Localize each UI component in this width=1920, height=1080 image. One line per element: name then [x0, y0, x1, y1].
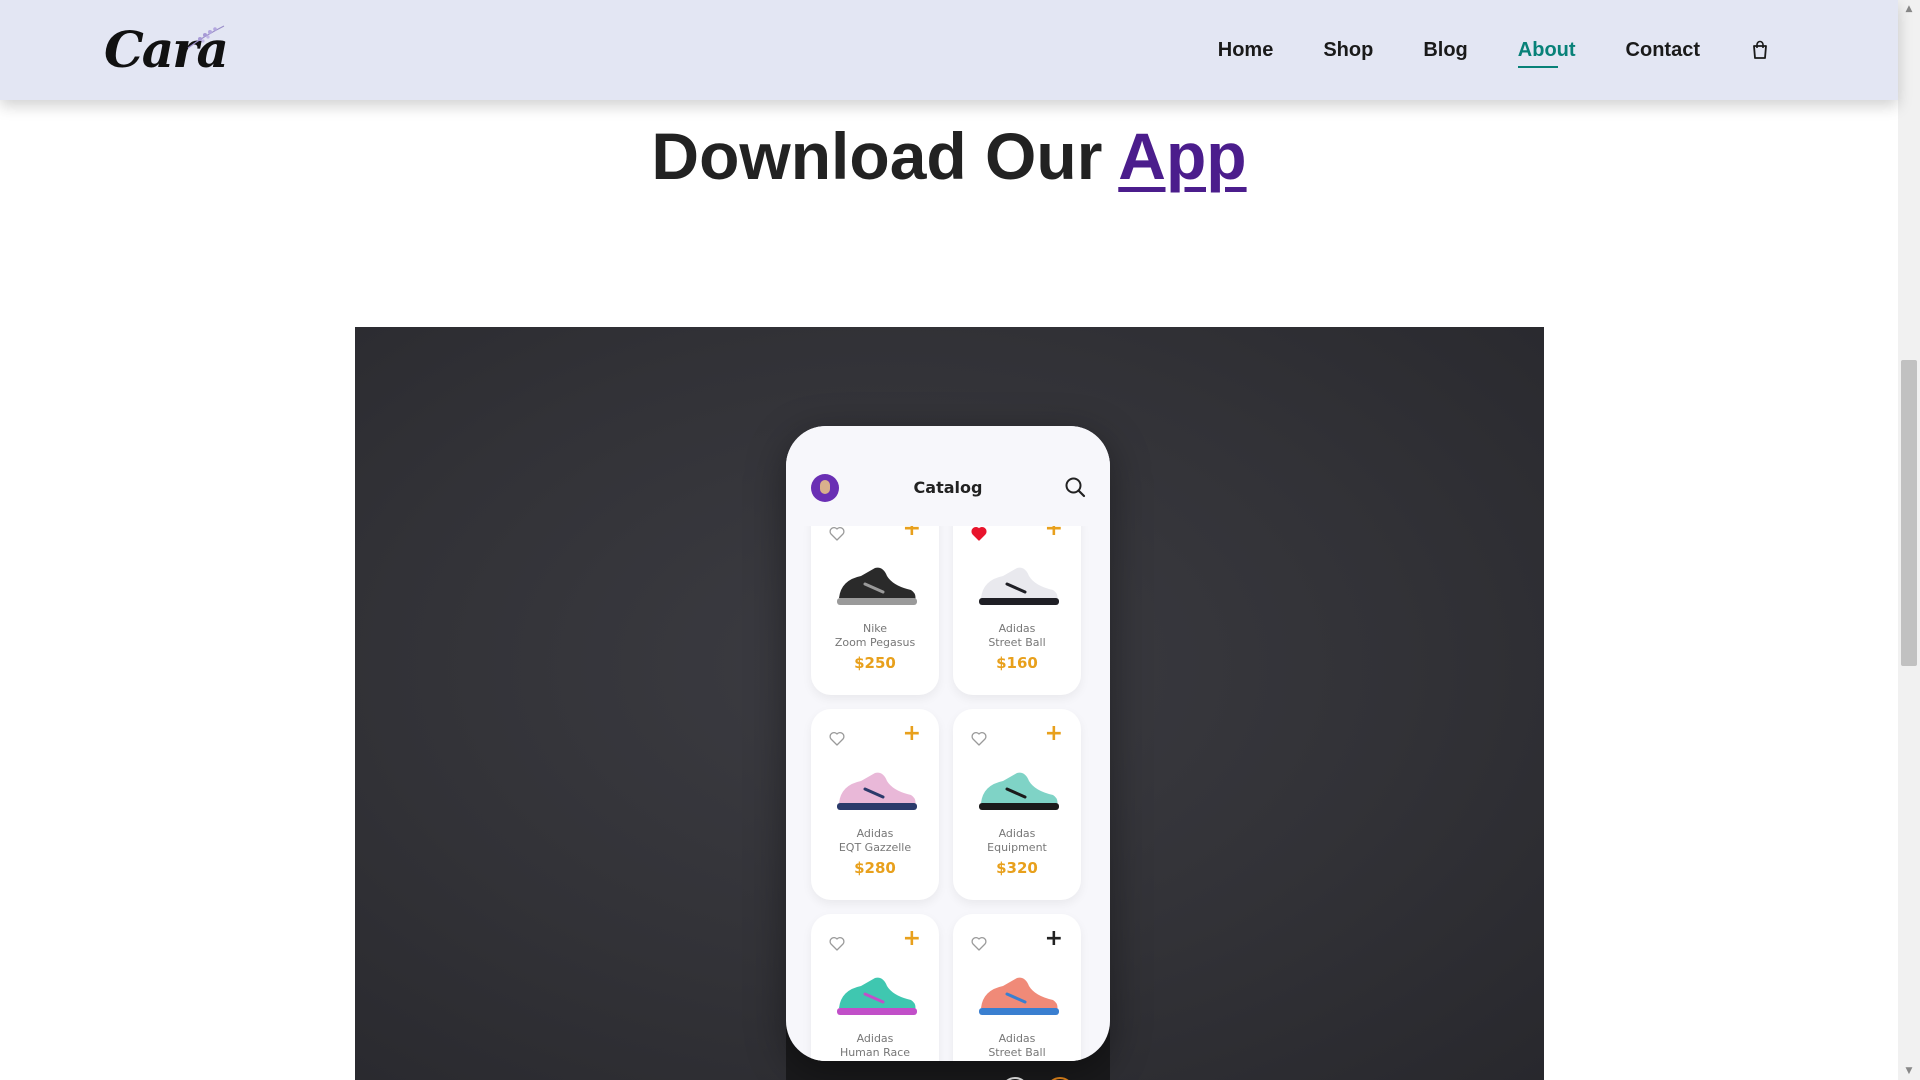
page-scrollbar[interactable]: ▲ ▼ [1898, 0, 1920, 1080]
product-brand: Adidas [998, 1032, 1036, 1045]
nav-contact[interactable]: Contact [1626, 39, 1700, 62]
add-icon[interactable]: + [1045, 721, 1063, 746]
product-model: Human Race [839, 1046, 911, 1059]
app-link[interactable]: App [1118, 119, 1246, 193]
product-card[interactable]: + Adidas Human Race [811, 914, 939, 1061]
product-price: $250 [854, 654, 896, 672]
product-card[interactable]: + Adidas Street Ball [953, 914, 1081, 1061]
product-card[interactable]: + Adidas Street Ball $160 [953, 504, 1081, 695]
lavender-sprig-icon [187, 25, 225, 49]
product-grid: + Nike Zoom Pegasus $250 + Adidas Street Ball $… [811, 504, 1085, 1061]
nav-about[interactable]: About [1517, 39, 1576, 68]
app-video[interactable]: Catalog + Nike Zoom Pegasus $250 + Adidas Stre… [355, 327, 1544, 1080]
shoe-image [979, 772, 1059, 810]
product-model: Street Ball [988, 636, 1046, 649]
heart-icon[interactable] [829, 526, 845, 541]
heart-icon[interactable] [829, 731, 845, 746]
product-model: Street Ball [988, 1046, 1046, 1059]
nav-blog[interactable]: Blog [1423, 39, 1467, 62]
main-nav: Home Shop Blog About Contact [1218, 0, 1770, 100]
heading-text: Download Our [651, 119, 1103, 193]
heart-icon[interactable] [829, 936, 845, 951]
shoe-image [837, 567, 917, 605]
product-price: $160 [996, 654, 1038, 672]
heart-filled-icon[interactable] [971, 526, 987, 541]
download-app-heading: Download Our App [0, 118, 1898, 194]
product-brand: Adidas [998, 827, 1036, 840]
add-icon[interactable]: + [903, 926, 921, 951]
shoe-image [837, 977, 917, 1015]
nav-shop[interactable]: Shop [1323, 39, 1373, 62]
search-icon [1065, 477, 1086, 498]
product-brand: Adidas [998, 622, 1036, 635]
product-price: $280 [854, 859, 896, 877]
phone-mockup: Catalog + Nike Zoom Pegasus $250 + Adidas Stre… [786, 426, 1110, 1061]
product-card[interactable]: + Adidas EQT Gazzelle $280 [811, 709, 939, 900]
scroll-thumb[interactable] [1901, 360, 1917, 666]
heart-icon[interactable] [971, 731, 987, 746]
scroll-down-icon[interactable]: ▼ [1898, 1062, 1920, 1080]
product-card[interactable]: + Adidas Equipment $320 [953, 709, 1081, 900]
shoe-image [979, 977, 1059, 1015]
product-card[interactable]: + Nike Zoom Pegasus $250 [811, 504, 939, 695]
add-icon[interactable]: + [903, 721, 921, 746]
heart-icon[interactable] [971, 936, 987, 951]
product-brand: Adidas [856, 1032, 894, 1045]
nav-home[interactable]: Home [1218, 39, 1274, 62]
product-model: Equipment [987, 841, 1047, 854]
shopping-bag-icon[interactable] [1750, 40, 1770, 60]
scroll-up-icon[interactable]: ▲ [1898, 0, 1920, 18]
product-brand: Nike [862, 622, 888, 635]
app-header: Catalog [786, 426, 1110, 526]
product-model: Zoom Pegasus [834, 636, 916, 649]
product-price: $320 [996, 859, 1038, 877]
product-brand: Adidas [856, 827, 894, 840]
site-header: Cara Home Shop Blog About Contact [0, 0, 1898, 100]
shoe-image [837, 772, 917, 810]
shoe-image [979, 567, 1059, 605]
product-model: EQT Gazzelle [838, 841, 912, 854]
logo[interactable]: Cara [100, 18, 230, 79]
app-title: Catalog [913, 478, 983, 497]
add-icon[interactable]: + [1045, 926, 1063, 951]
